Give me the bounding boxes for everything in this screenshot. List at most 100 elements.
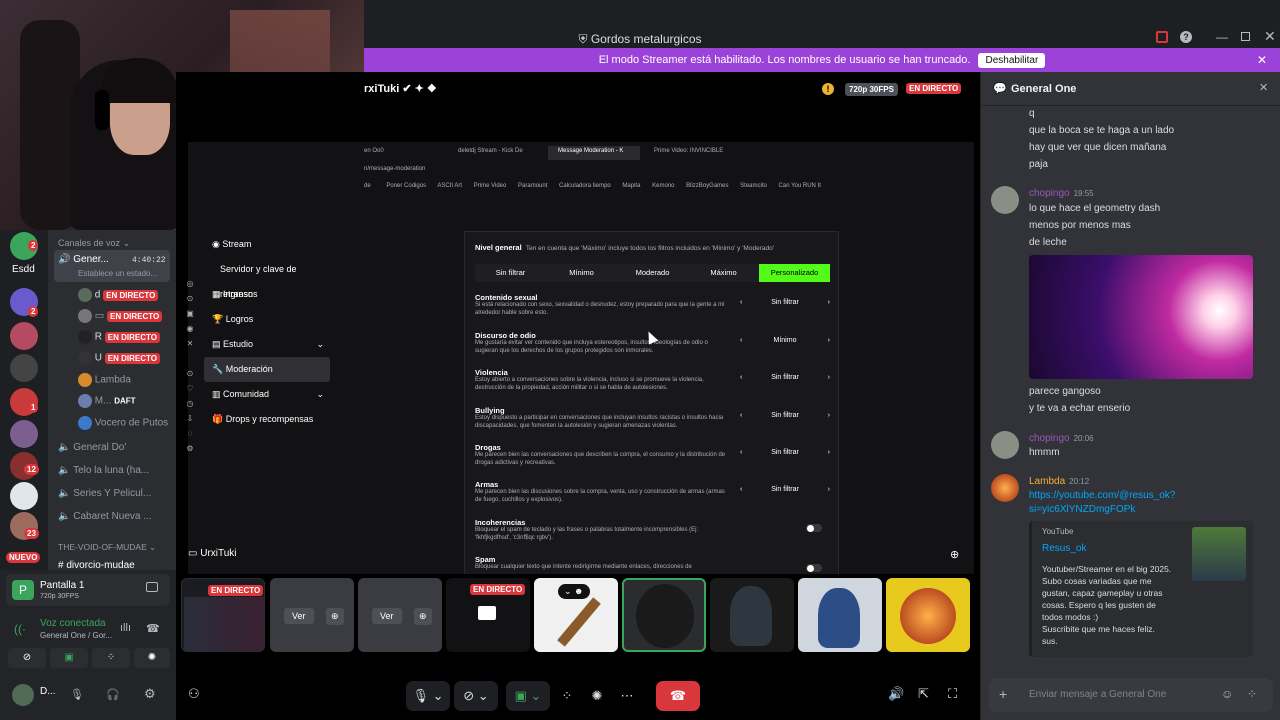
zoom-icon[interactable]: ⊕ [950, 548, 959, 561]
participant-tile-speaking[interactable] [622, 578, 706, 652]
fullscreen-icon[interactable]: ⛶ [948, 686, 957, 702]
bookmark[interactable]: ASCII Art [437, 183, 462, 189]
close-chat-icon[interactable]: ✕ [1259, 81, 1268, 94]
watch-button[interactable]: Ver [372, 608, 402, 624]
share-screen-button[interactable]: ▣ [50, 648, 88, 668]
voice-channel[interactable]: 🔈 Telo la luna (ha... [58, 465, 149, 476]
participant-tile[interactable]: ⌄ ☻ [534, 578, 618, 652]
bookmark[interactable]: Prime Video [474, 183, 507, 189]
chevron-left-icon[interactable]: ‹ [740, 299, 742, 306]
participant-tile[interactable] [886, 578, 970, 652]
leave-call-button[interactable]: ☎ [656, 681, 700, 711]
voice-member[interactable]: ▭ EN DIRECTO [78, 309, 163, 323]
avatar[interactable] [991, 474, 1019, 502]
server-icon-8[interactable] [10, 482, 38, 510]
avatar[interactable] [12, 684, 34, 706]
soundboard-button[interactable]: ✺ [586, 681, 608, 711]
help-icon[interactable]: ? [1180, 31, 1192, 43]
filter-selector[interactable]: ‹ Sin filtrar › [740, 299, 830, 306]
embed-thumbnail[interactable] [1192, 527, 1246, 581]
voice-channel[interactable]: 🔈 Cabaret Nueva ... [58, 511, 152, 522]
emoji-icon[interactable]: ☺ [1221, 687, 1233, 701]
bookmark[interactable]: Can You RUN It [779, 183, 821, 189]
bookmark[interactable]: Poner Codigos [386, 183, 426, 189]
level-tab[interactable]: Mínimo [546, 264, 617, 282]
server-icon-6[interactable] [10, 420, 38, 448]
disable-streamer-button[interactable]: Deshabilitar [978, 52, 1046, 68]
filter-selector[interactable]: ‹ Sin filtrar › [740, 374, 830, 381]
apps-icon[interactable]: ⁘ [1247, 687, 1257, 701]
chevron-left-icon[interactable]: ‹ [740, 486, 742, 493]
filter-selector[interactable]: ‹ Sin filtrar › [740, 412, 830, 419]
voice-channel[interactable]: 🔈 Series Y Pelicul... [58, 488, 151, 499]
participant-tile[interactable] [710, 578, 794, 652]
chevron-left-icon[interactable]: ‹ [740, 412, 742, 419]
message-link[interactable]: https://youtube.com/@resus_ok? [1029, 490, 1175, 501]
filter-selector[interactable]: ‹ Sin filtrar › [740, 449, 830, 456]
camera-toggle-button[interactable]: ⊘ ⌄ [454, 681, 498, 711]
noise-suppression-icon[interactable]: ıllı [120, 622, 131, 634]
voice-member[interactable]: M... DAFT [78, 394, 136, 408]
nav-community[interactable]: ▥ Comunidad ⌄ [204, 382, 330, 407]
popout-icon[interactable]: ⇱ [918, 686, 929, 702]
attached-image[interactable] [1029, 255, 1253, 379]
voice-member[interactable]: Lambda [78, 373, 131, 387]
participant-tile[interactable]: Ver ⊕ [358, 578, 442, 652]
participant-tile[interactable]: Ver ⊕ [270, 578, 354, 652]
close-window-icon[interactable]: ✕ [1264, 28, 1276, 45]
bookmark[interactable]: Mapita [622, 183, 640, 189]
stop-share-icon[interactable] [146, 582, 158, 592]
message-input[interactable]: + Enviar mensaje a General One ☺ ⁘ [989, 678, 1273, 712]
message-link[interactable]: si=yic6XlYNZDmgFOPk [1029, 504, 1135, 515]
disconnect-icon[interactable]: ☎ [146, 622, 160, 635]
chevron-right-icon[interactable]: › [828, 374, 830, 381]
participant-tile[interactable] [798, 578, 882, 652]
chevron-right-icon[interactable]: › [828, 337, 830, 344]
voice-member[interactable]: Vocero de Putos [78, 416, 168, 430]
voice-member[interactable]: U EN DIRECTO [78, 351, 160, 365]
chevron-left-icon[interactable]: ‹ [740, 337, 742, 344]
chevron-right-icon[interactable]: › [828, 486, 830, 493]
voice-channel[interactable]: 🔈 General Do' [58, 442, 126, 453]
camera-toggle-button[interactable]: ⊘ [8, 648, 46, 668]
nav-drops[interactable]: 🎁 Drops y recompensas [204, 407, 330, 432]
close-banner-icon[interactable]: ✕ [1257, 53, 1267, 67]
message-username[interactable]: Lambda [1029, 476, 1065, 487]
watch-button[interactable]: Ver [284, 608, 314, 624]
message-username[interactable]: chopingo [1029, 188, 1070, 199]
level-tab[interactable]: Sin filtrar [475, 264, 546, 282]
bookmark[interactable]: Paramount [518, 183, 547, 189]
inbox-icon[interactable] [1156, 31, 1168, 43]
chevron-right-icon[interactable]: › [828, 449, 830, 456]
bookmark[interactable]: BlizzBoyGames [686, 183, 728, 189]
bookmark[interactable]: Calculadora tiempo [559, 183, 611, 189]
category-header[interactable]: THE-VOID-OF-MUDAE ⌄ [58, 542, 156, 553]
bookmark[interactable]: Kemono [652, 183, 674, 189]
share-screen-button[interactable]: ▣ ⌄ [506, 681, 550, 711]
popout-icon[interactable]: ⊕ [414, 608, 432, 625]
mic-icon[interactable]: 🎙 [70, 688, 84, 701]
avatar[interactable] [991, 431, 1019, 459]
voice-member[interactable]: R EN DIRECTO [78, 330, 160, 344]
more-options-icon[interactable]: ⋯ [616, 681, 638, 711]
mic-toggle-button[interactable]: 🎙 ⌄ [406, 681, 450, 711]
settings-gear-icon[interactable]: ⚙ [144, 686, 156, 702]
chevron-right-icon[interactable]: › [828, 412, 830, 419]
chevron-left-icon[interactable]: ‹ [740, 374, 742, 381]
volume-icon[interactable]: 🔊 [888, 686, 904, 702]
level-tab[interactable]: Máximo [688, 264, 759, 282]
members-icon[interactable]: ⚇ [188, 686, 200, 702]
nav-moderation[interactable]: 🔧 Moderación [204, 357, 330, 382]
minimize-icon[interactable]: — [1216, 30, 1228, 44]
browser-tab[interactable]: Prime Video: INVINCIBLE [654, 148, 723, 154]
browser-tab[interactable]: Message Moderation - K [558, 148, 623, 154]
add-attachment-icon[interactable]: + [999, 686, 1007, 702]
participant-tile[interactable]: EN DIRECTO [181, 578, 265, 652]
browser-url[interactable]: n/message-moderation [364, 166, 425, 172]
popout-icon[interactable]: ⊕ [326, 608, 344, 625]
avatar[interactable] [991, 186, 1019, 214]
chevron-right-icon[interactable]: › [828, 299, 830, 306]
chevron-left-icon[interactable]: ‹ [740, 449, 742, 456]
bookmark[interactable]: de [364, 183, 371, 189]
level-tab-selected[interactable]: Personalizado [759, 264, 830, 282]
